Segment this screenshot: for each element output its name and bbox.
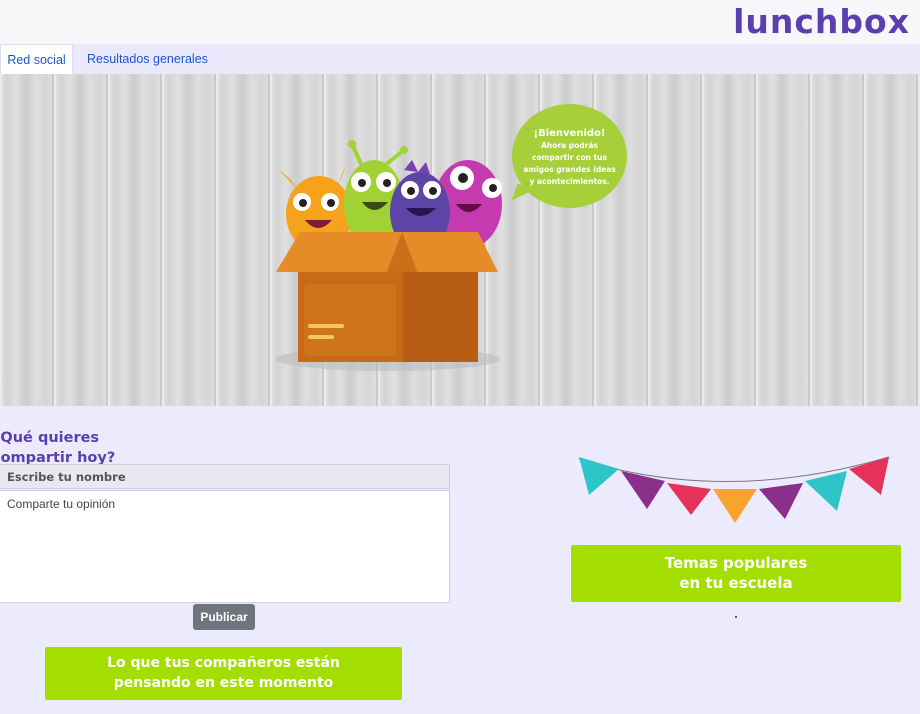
popular-topics-line1: Temas populares bbox=[664, 554, 808, 572]
classmates-thoughts-line2: pensando en este momento bbox=[113, 675, 334, 691]
name-input[interactable] bbox=[0, 464, 450, 489]
share-question-heading: ¿Qué quieres compartir hoy? bbox=[0, 430, 116, 466]
opinion-textarea[interactable] bbox=[0, 490, 450, 603]
tab-resultados-generales[interactable]: Resultados generales bbox=[87, 44, 208, 74]
hero-banner: ¡Bienvenido! Ahora podrás compartir con … bbox=[0, 74, 920, 406]
tab-red-social[interactable]: Red social bbox=[0, 44, 73, 74]
monsters-in-box-illustration bbox=[276, 140, 502, 371]
loading-dot bbox=[735, 616, 737, 618]
publish-button[interactable]: Publicar bbox=[193, 604, 255, 630]
top-bar: lunchbox bbox=[0, 0, 920, 44]
popular-topics-line2: en tu escuela bbox=[679, 574, 793, 592]
cardboard-box-icon bbox=[276, 232, 498, 362]
tab-bar: Red social Resultados generales bbox=[0, 44, 920, 75]
welcome-text: Ahora podrás compartir con tus amigos gr… bbox=[523, 141, 616, 186]
welcome-title: ¡Bienvenido! bbox=[533, 128, 606, 139]
lunchbox-logo[interactable]: lunchbox bbox=[733, 0, 910, 44]
classmates-thoughts-banner: Lo que tus compañeros están pensando en … bbox=[45, 647, 402, 700]
welcome-speech-bubble: ¡Bienvenido! Ahora podrás compartir con … bbox=[512, 104, 627, 208]
bunting-flags-icon bbox=[578, 456, 890, 523]
classmates-thoughts-line1: Lo que tus compañeros están bbox=[107, 655, 340, 671]
popular-topics-banner: Temas populares en tu escuela bbox=[571, 545, 901, 602]
